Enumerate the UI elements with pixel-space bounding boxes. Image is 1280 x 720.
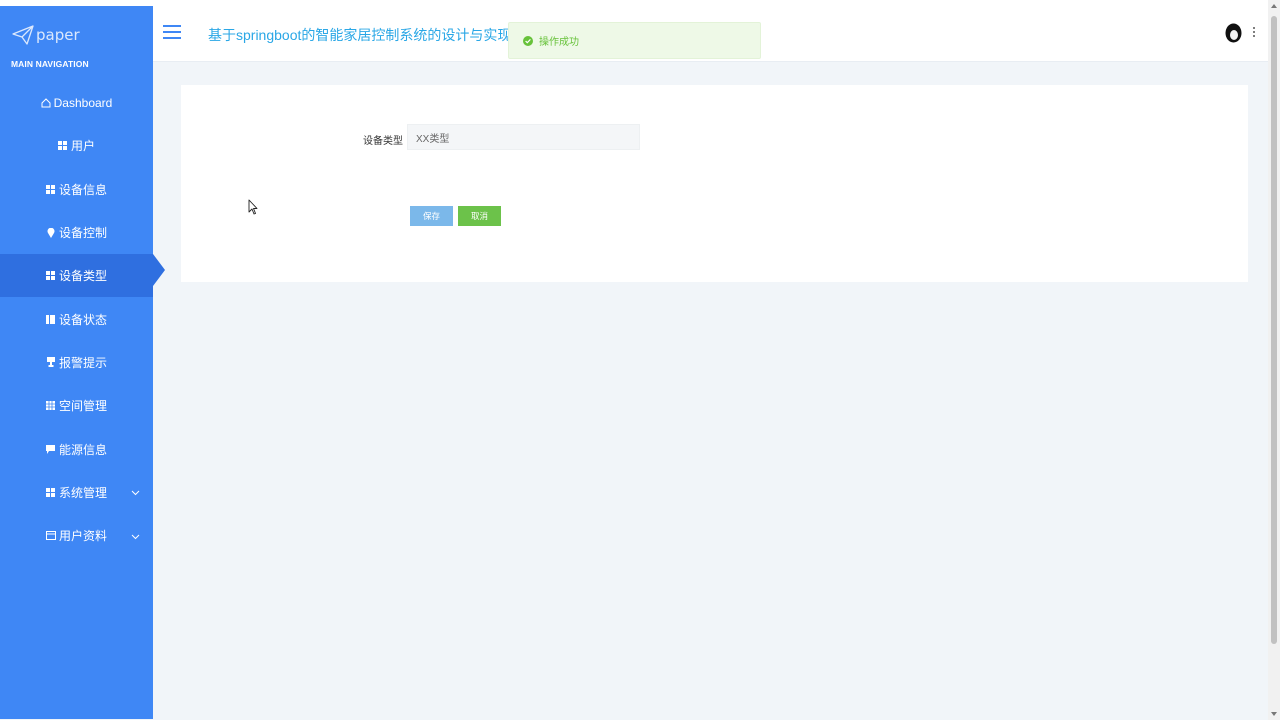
- nav-caption: MAIN NAVIGATION: [11, 59, 89, 69]
- sidebar-item-device-control[interactable]: 设备控制: [0, 211, 153, 254]
- device-type-input[interactable]: [407, 124, 640, 150]
- paper-plane-icon: [12, 25, 34, 45]
- success-toast: 操作成功: [508, 22, 761, 59]
- grid-icon: [46, 184, 56, 194]
- mouse-cursor-icon: [248, 199, 258, 215]
- more-vertical-icon[interactable]: [1252, 27, 1256, 39]
- home-icon: [41, 97, 51, 108]
- brand-logo[interactable]: paper: [12, 20, 80, 50]
- scroll-down-icon[interactable]: [1271, 712, 1277, 716]
- check-circle-icon: [523, 35, 533, 46]
- trophy-icon: [46, 357, 56, 368]
- sidebar-item-label: 设备类型: [58, 269, 107, 284]
- chevron-down-icon: [131, 485, 140, 499]
- sidebar-item-label: 用户资料: [58, 529, 107, 544]
- sidebar-item-label: 系统管理: [58, 485, 107, 500]
- sidebar-item-space[interactable]: 空间管理: [0, 384, 153, 427]
- sidebar-item-label: 能源信息: [58, 442, 107, 457]
- table-icon: [46, 401, 56, 411]
- calendar-icon: [45, 531, 56, 541]
- cancel-button[interactable]: 取消: [458, 206, 501, 226]
- sidebar-item-label: Dashboard: [53, 95, 113, 110]
- sidebar-item-label: 设备控制: [58, 226, 107, 241]
- sidebar: paper MAIN NAVIGATION Dashboard 用户 设备信息 …: [0, 6, 165, 719]
- avatar[interactable]: [1225, 23, 1242, 43]
- sidebar-item-device-status[interactable]: 设备状态: [0, 297, 153, 340]
- sidebar-item-label: 设备状态: [58, 312, 107, 327]
- grid-icon: [46, 487, 56, 497]
- sidebar-menu: Dashboard 用户 设备信息 设备控制 设备类型 设备状态 报警提示 空间…: [0, 81, 165, 557]
- toast-message: 操作成功: [539, 37, 579, 48]
- location-pin-icon: [46, 227, 56, 238]
- brand-name: paper: [36, 26, 80, 44]
- sidebar-item-label: 设备信息: [58, 182, 107, 197]
- grid-icon: [58, 141, 68, 151]
- sidebar-item-label: 用户: [70, 139, 95, 154]
- sidebar-item-energy[interactable]: 能源信息: [0, 427, 153, 470]
- sidebar-item-alarm[interactable]: 报警提示: [0, 341, 153, 384]
- sidebar-item-system[interactable]: 系统管理: [0, 471, 153, 514]
- sidebar-item-device-type[interactable]: 设备类型: [0, 254, 165, 298]
- vertical-scrollbar[interactable]: [1268, 0, 1280, 720]
- sidebar-item-label: 空间管理: [58, 399, 107, 414]
- scroll-up-icon[interactable]: [1271, 4, 1277, 8]
- device-type-label: 设备类型: [363, 136, 403, 147]
- sidebar-item-profile[interactable]: 用户资料: [0, 514, 153, 557]
- scrollbar-thumb[interactable]: [1271, 16, 1277, 644]
- comment-icon: [46, 444, 56, 454]
- menu-toggle-icon[interactable]: [163, 25, 181, 39]
- sidebar-item-dashboard[interactable]: Dashboard: [0, 81, 153, 124]
- sidebar-item-device-info[interactable]: 设备信息: [0, 168, 153, 211]
- sidebar-item-users[interactable]: 用户: [0, 124, 153, 167]
- save-button[interactable]: 保存: [410, 206, 453, 226]
- form-card: 设备类型 保存 取消: [181, 85, 1248, 282]
- header-bar: 基于springboot的智能家居控制系统的设计与实现 操作成功: [153, 6, 1268, 62]
- sidebar-item-label: 报警提示: [58, 355, 107, 370]
- grid-icon: [46, 271, 56, 281]
- page-title: 基于springboot的智能家居控制系统的设计与实现: [208, 27, 512, 43]
- book-icon: [46, 314, 56, 324]
- chevron-down-icon: [131, 529, 140, 543]
